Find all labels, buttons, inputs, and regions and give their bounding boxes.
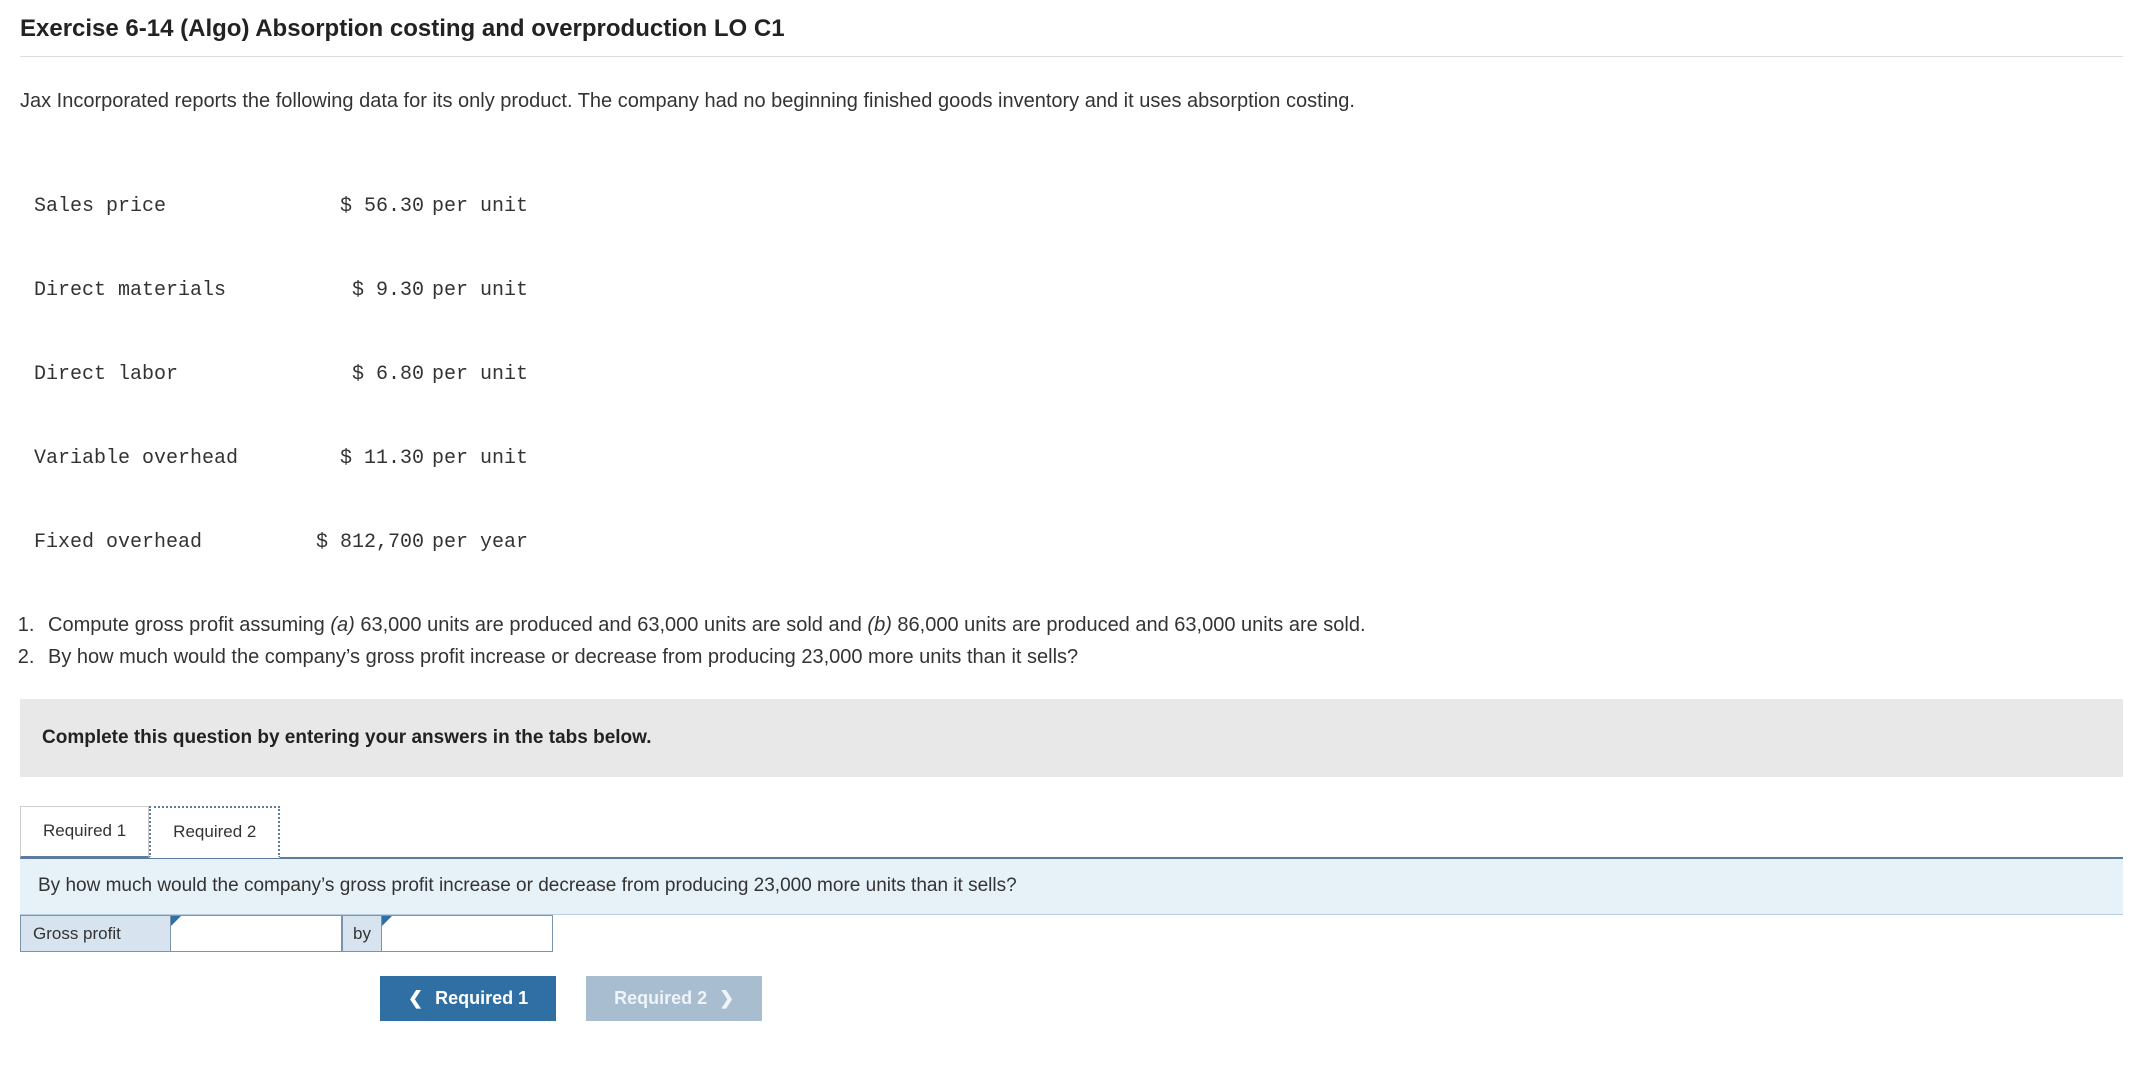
- next-required-2-button[interactable]: Required 2 ❯: [586, 976, 762, 1021]
- data-value: $ 11.30: [294, 445, 424, 473]
- exercise-title: Exercise 6-14 (Algo) Absorption costing …: [20, 12, 2123, 57]
- answer-field-2-wrap: [382, 916, 552, 952]
- tab-panel-prompt: By how much would the company’s gross pr…: [20, 859, 2123, 915]
- next-label: Required 2: [614, 988, 707, 1009]
- data-unit: per unit: [424, 445, 528, 473]
- answer-label-by: by: [342, 916, 382, 952]
- q1-b-text: 86,000 units are produced and 63,000 uni…: [892, 614, 1366, 636]
- data-value: $ 6.80: [294, 361, 424, 389]
- nav-row: ❮ Required 1 Required 2 ❯: [380, 976, 2123, 1021]
- intro-text: Jax Incorporated reports the following d…: [20, 87, 2123, 115]
- tab-required-1[interactable]: Required 1: [20, 806, 149, 858]
- data-value: $ 812,700: [294, 529, 424, 557]
- data-label: Variable overhead: [34, 445, 294, 473]
- q1-a-text: 63,000 units are produced and 63,000 uni…: [355, 614, 868, 636]
- data-table: Sales price$ 56.30per unit Direct materi…: [34, 137, 2123, 585]
- chevron-left-icon: ❮: [408, 988, 423, 1009]
- data-row: Direct labor$ 6.80per unit: [34, 361, 2123, 389]
- tab-strip: Required 1 Required 2: [20, 805, 2123, 859]
- data-row: Direct materials$ 9.30per unit: [34, 277, 2123, 305]
- data-label: Sales price: [34, 193, 294, 221]
- instruction-box: Complete this question by entering your …: [20, 699, 2123, 778]
- prev-label: Required 1: [435, 988, 528, 1009]
- tab-required-2[interactable]: Required 2: [149, 806, 280, 858]
- question-2: By how much would the company’s gross pr…: [40, 643, 2123, 671]
- q1-b-tag: (b): [867, 614, 891, 636]
- q1-text-pre: Compute gross profit assuming: [48, 614, 330, 636]
- data-label: Direct materials: [34, 277, 294, 305]
- dropdown-indicator-icon: [382, 916, 392, 926]
- data-label: Direct labor: [34, 361, 294, 389]
- question-1: Compute gross profit assuming (a) 63,000…: [40, 611, 2123, 639]
- prev-required-1-button[interactable]: ❮ Required 1: [380, 976, 556, 1021]
- answer-field-amount[interactable]: [382, 916, 552, 950]
- data-unit: per year: [424, 529, 528, 557]
- q1-a-tag: (a): [330, 614, 354, 636]
- answer-field-direction[interactable]: [171, 916, 341, 950]
- dropdown-indicator-icon: [171, 916, 181, 926]
- data-unit: per unit: [424, 193, 528, 221]
- data-value: $ 9.30: [294, 277, 424, 305]
- answer-row: Gross profit by: [20, 915, 553, 953]
- data-unit: per unit: [424, 277, 528, 305]
- data-row: Fixed overhead$ 812,700per year: [34, 529, 2123, 557]
- chevron-right-icon: ❯: [719, 988, 734, 1009]
- data-row: Variable overhead$ 11.30per unit: [34, 445, 2123, 473]
- answer-field-1-wrap: [171, 916, 342, 952]
- data-value: $ 56.30: [294, 193, 424, 221]
- answer-label-gross-profit: Gross profit: [21, 916, 171, 952]
- data-row: Sales price$ 56.30per unit: [34, 193, 2123, 221]
- data-unit: per unit: [424, 361, 528, 389]
- question-list: Compute gross profit assuming (a) 63,000…: [40, 611, 2123, 671]
- data-label: Fixed overhead: [34, 529, 294, 557]
